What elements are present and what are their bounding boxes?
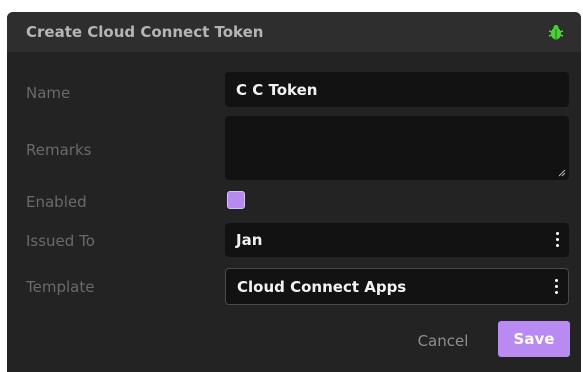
template-kebab-icon[interactable]	[554, 278, 558, 295]
remarks-textarea[interactable]	[225, 116, 569, 180]
name-label: Name	[26, 84, 71, 102]
dialog-title: Create Cloud Connect Token	[26, 23, 264, 41]
bug-icon[interactable]	[547, 23, 565, 41]
create-token-dialog: Create Cloud Connect Token Name C C Toke…	[7, 12, 581, 372]
name-input-value: C C Token	[236, 80, 318, 99]
cancel-button[interactable]: Cancel	[405, 330, 481, 352]
save-button[interactable]: Save	[498, 321, 570, 357]
issued-to-kebab-icon[interactable]	[555, 232, 559, 248]
template-label: Template	[26, 278, 95, 296]
issued-to-label: Issued To	[26, 232, 95, 250]
enabled-label: Enabled	[26, 193, 87, 211]
issued-to-value: Jan	[236, 231, 263, 249]
remarks-label: Remarks	[26, 141, 92, 159]
dialog-title-bar: Create Cloud Connect Token	[7, 12, 581, 52]
issued-to-select[interactable]: Jan	[225, 223, 569, 257]
enabled-checkbox[interactable]	[227, 191, 245, 209]
template-value: Cloud Connect Apps	[237, 277, 407, 296]
name-input[interactable]: C C Token	[225, 72, 569, 107]
template-select[interactable]: Cloud Connect Apps	[225, 268, 569, 305]
resize-grip-icon[interactable]	[558, 169, 566, 177]
